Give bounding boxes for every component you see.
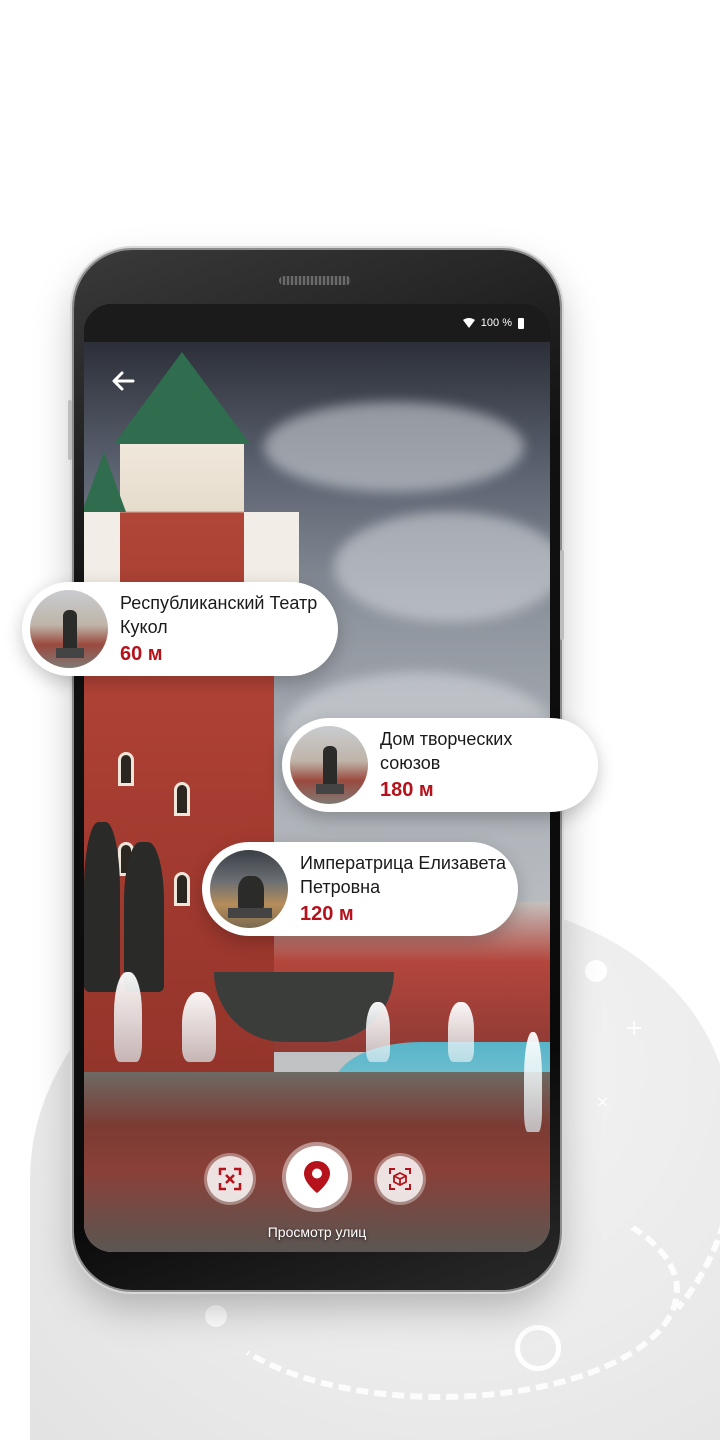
statue-thumbnail [30,590,108,668]
poi-name: Императрица Елизавета Петровна [300,853,506,897]
qr-scan-button[interactable] [207,1156,253,1202]
poi-text: Республиканский Театр Кукол 60 м [120,591,330,667]
back-arrow-icon[interactable] [106,364,140,398]
monument-figure [238,876,264,910]
background-dot [585,960,607,982]
poi-text: Императрица Елизавета Петровна 120 м [300,851,510,927]
phone-side-button [560,550,564,640]
building-window [174,782,190,816]
tower-spire [84,452,126,512]
poi-distance: 180 м [380,779,434,801]
mode-label: Просмотр улиц [267,1224,367,1240]
poi-card[interactable]: Императрица Елизавета Петровна 120 м [202,842,518,936]
poi-card[interactable]: Дом творческих союзов 180 м [282,718,598,812]
poi-name: Дом творческих союзов [380,729,513,773]
cloud [334,512,550,622]
3d-view-button[interactable] [377,1156,423,1202]
background-dot [205,1305,227,1327]
battery-percent: 100 % [480,317,512,329]
fountain-jet [448,1002,474,1062]
cloud [264,402,524,492]
building-window [174,872,190,906]
battery-icon [518,317,524,329]
background-ring [515,1325,561,1371]
building-window [118,752,134,786]
wifi-icon [462,318,475,328]
fountain-jet [182,992,216,1062]
fountain-jet [114,972,142,1062]
statue [84,822,120,992]
ar-controls: Просмотр улиц [84,1142,550,1252]
map-pin-icon [304,1161,330,1193]
monument-thumbnail [210,850,288,928]
poi-distance: 120 м [300,903,354,925]
poi-card[interactable]: Республиканский Театр Кукол 60 м [22,582,338,676]
statue-pedestal [56,648,84,658]
fountain-jet [524,1032,542,1132]
statue-pedestal [316,784,344,794]
phone-side-button [68,400,72,460]
status-bar: 100 % [84,304,550,342]
qr-scan-icon [218,1167,242,1191]
background-plus: + [625,1016,644,1041]
cube-3d-icon [389,1168,411,1190]
fountain-jet [366,1002,390,1062]
street-view-button[interactable] [286,1146,348,1208]
phone-speaker [279,276,351,285]
statue [124,842,164,992]
poi-distance: 60 м [120,643,163,665]
background-cross: × [596,1092,610,1111]
monument-pedestal [228,908,272,918]
statue-thumbnail [290,726,368,804]
poi-text: Дом творческих союзов 180 м [380,727,560,803]
poi-name: Республиканский Театр Кукол [120,593,318,637]
